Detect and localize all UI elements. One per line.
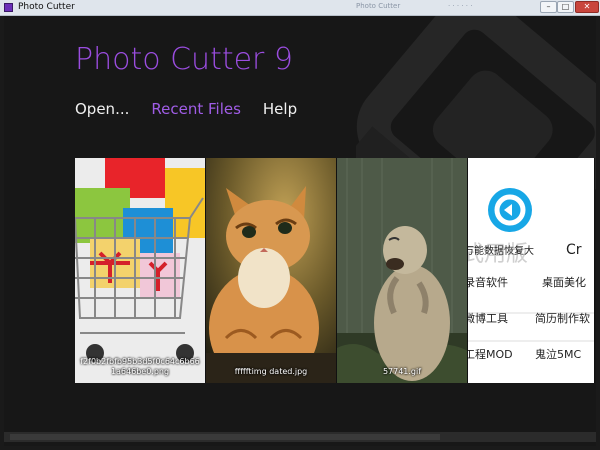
recent-file-thumbnail[interactable]: ffffftimg dated.jpg [206,158,337,383]
main-panel: Photo Cutter 9 Open... Recent Files Help [4,16,596,446]
main-menu: Open... Recent Files Help [75,100,297,118]
app-icon [4,3,13,12]
recent-file-thumbnail[interactable]: 57741.gif [337,158,468,383]
promo-text: 录音软件 [468,276,508,289]
shopping-cart-image [75,158,205,383]
promo-text: 鬼泣5MC [535,348,582,361]
file-caption: 57741.gif [382,367,422,376]
promo-text: 微博工具 [468,312,508,325]
app-title: Photo Cutter 9 [75,42,294,77]
window-title: Photo Cutter [18,2,75,12]
promo-text: Cr [566,242,582,258]
menu-open[interactable]: Open... [75,100,129,118]
menu-help[interactable]: Help [263,100,297,118]
recent-files-strip: f2f0b2fbfb95b3d5f0c64c6b66 1a646be0.png [75,158,596,383]
close-button[interactable]: ✕ [575,1,599,13]
promo-text: 万能数据恢复大 [468,246,534,257]
file-caption: ffffftimg dated.jpg [234,367,308,376]
ghost-text: · · · · · · [448,2,473,10]
recent-file-thumbnail[interactable]: f2f0b2fbfb95b3d5f0c64c6b66 1a646be0.png [75,158,206,383]
marmot-image [337,158,467,383]
minimize-button[interactable]: – [540,1,557,13]
promo-text: 桌面美化 [542,276,586,289]
promo-text: 工程MOD [468,348,513,361]
menu-recent-files[interactable]: Recent Files [151,100,241,118]
ghost-title-text: Photo Cutter [356,2,401,10]
file-caption: f2f0b2fbfb95b3d5f0c64c6b66 1a646be0.png [80,357,200,376]
maximize-button[interactable]: □ [557,1,574,13]
recent-file-thumbnail[interactable]: 式用版 Cr 万能数据恢复大 录音软件 桌面美化 微博工具 简历制作软 工程MO… [468,158,595,383]
promo-text: 简历制作软 [535,312,590,325]
scrollbar-thumb[interactable] [10,434,440,440]
kitten-image [206,158,336,383]
window-titlebar: Photo Cutter Photo Cutter · · · · · · – … [0,0,600,16]
horizontal-scrollbar[interactable] [4,432,596,442]
